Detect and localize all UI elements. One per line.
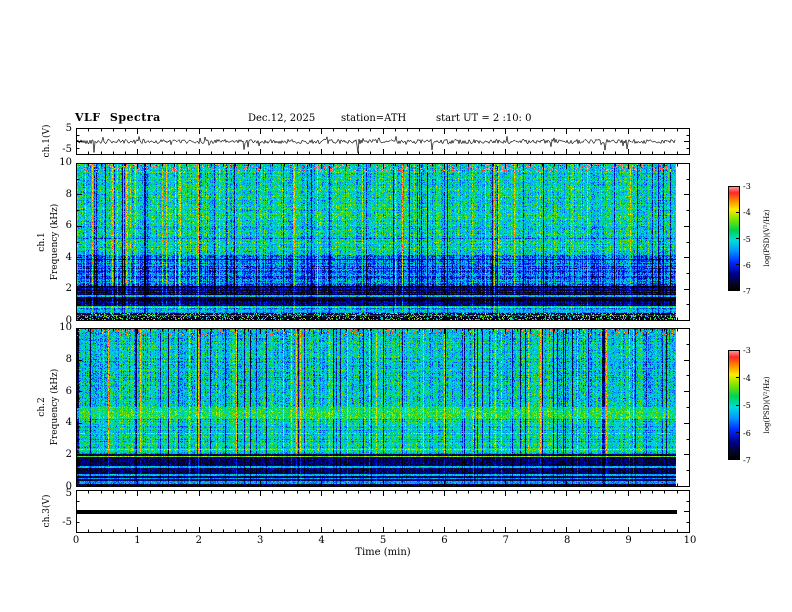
freq-tick-label: 8 (65, 188, 72, 200)
start-ut-label: start UT = 2 :10: 0 (436, 113, 532, 124)
colorbar-tick-label: -7 (743, 456, 751, 465)
ch3-wave-ytick-bottom: -5 (62, 517, 72, 528)
x-tick-label: 4 (318, 535, 325, 546)
colorbar-tick-label: -5 (743, 401, 751, 410)
freq-tick-label: 6 (65, 220, 72, 232)
freq-tick-label: 0 (65, 481, 72, 492)
ch1-spec-channel-label: ch.1 (37, 232, 47, 252)
freq-tick-label: 10 (59, 322, 72, 333)
freq-tick-label: 8 (65, 353, 72, 365)
x-tick-label: 3 (257, 535, 264, 546)
freq-tick-label: 2 (65, 449, 72, 461)
colorbar-tick-label: -7 (743, 287, 751, 296)
freq-tick-label: 4 (65, 251, 72, 263)
colorbar-tick-label: -4 (743, 373, 751, 383)
ch1-wave-ytick-top: 5 (65, 123, 72, 134)
freq-tick-label: 6 (65, 385, 72, 397)
ch2-colorbar (728, 350, 740, 460)
x-tick-label: 6 (441, 535, 448, 546)
ch2-spec-channel-label: ch.2 (37, 397, 47, 417)
ch2-spectrogram-canvas (76, 328, 690, 487)
ch1-spec-ylabel: Frequency (kHz) (50, 203, 60, 281)
freq-tick-label: 2 (65, 283, 72, 295)
colorbar-tick-label: -6 (743, 428, 751, 438)
x-tick-label: 2 (195, 535, 202, 546)
colorbar-tick-label: -3 (743, 182, 751, 191)
page-title: VLF Spectra (75, 111, 161, 124)
x-tick-label: 1 (134, 535, 141, 546)
ch3-waveform-canvas (76, 490, 690, 533)
x-tick-label: 10 (683, 535, 697, 546)
ch1-colorbar (728, 186, 740, 291)
colorbar-tick-label: -3 (743, 346, 751, 355)
ch1-waveform-canvas (76, 128, 690, 155)
freq-tick-label: 4 (65, 417, 72, 429)
x-tick-label: 9 (625, 535, 632, 546)
freq-tick-label: 10 (59, 157, 72, 168)
station-label: station=ATH (341, 113, 407, 124)
ch1-colorbar-label: log(PSD)(V²/Hz) (763, 209, 771, 267)
x-tick-label: 0 (72, 535, 80, 546)
ch2-spec-ylabel: Frequency (kHz) (50, 368, 60, 446)
x-tick-label: 8 (564, 535, 571, 546)
colorbar-tick-label: -4 (743, 208, 751, 218)
x-tick-label: 5 (379, 535, 387, 546)
x-tick-label: 7 (502, 535, 509, 546)
date-label: Dec.12, 2025 (248, 113, 316, 124)
x-axis-title: Time (min) (355, 547, 411, 558)
ch2-colorbar-label: log(PSD)(V²/Hz) (763, 376, 771, 434)
ch1-wave-ytick-bottom: -5 (62, 144, 72, 155)
colorbar-tick-label: -5 (743, 234, 751, 244)
ch1-spectrogram-canvas (76, 163, 690, 321)
vlf-spectra-figure: VLF Spectra Dec.12, 2025 station=ATH sta… (0, 0, 792, 612)
colorbar-tick-label: -6 (743, 260, 751, 270)
